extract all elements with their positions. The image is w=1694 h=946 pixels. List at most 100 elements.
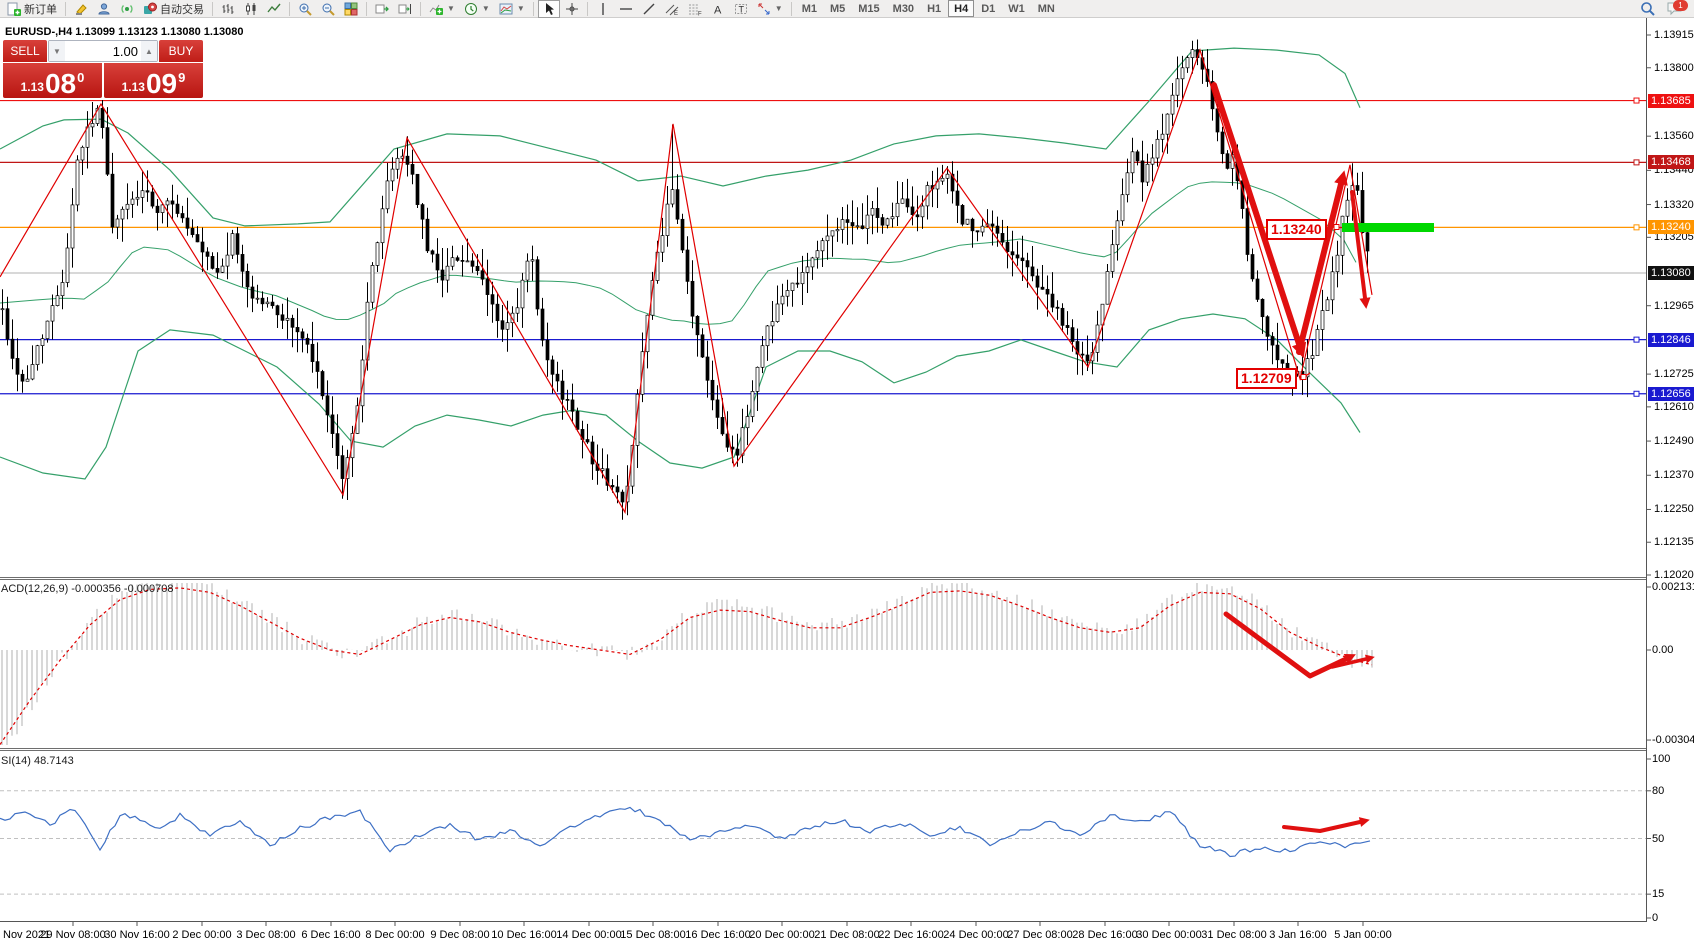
annotation-arrow-shaft[interactable] (1226, 614, 1346, 676)
candle-body (501, 321, 504, 330)
search-button[interactable] (1636, 0, 1660, 18)
candle-body (551, 360, 554, 374)
candle-body (221, 266, 224, 272)
highlighter-button[interactable] (70, 0, 92, 18)
chevron-down-icon: ▼ (517, 4, 525, 13)
candle-body (776, 304, 779, 322)
candle-body (476, 266, 479, 270)
candle-body (1341, 216, 1344, 255)
chevron-down-icon: ▼ (775, 4, 783, 13)
annotation-arrow-shaft[interactable] (1214, 85, 1299, 344)
candle-body (16, 358, 19, 374)
vertical-line-button[interactable] (592, 0, 614, 18)
candle-body (1126, 173, 1129, 195)
candle-body (916, 215, 919, 217)
volume-stepper: ▼ ▲ (48, 40, 158, 62)
level-marker[interactable] (1634, 391, 1639, 396)
candle-body (1191, 50, 1194, 58)
candle-body (406, 156, 409, 164)
horizontal-line-button[interactable] (615, 0, 637, 18)
candle-body (831, 231, 834, 236)
zoom-out-button[interactable] (317, 0, 339, 18)
crosshair-button[interactable] (561, 0, 583, 18)
timeframe-button-d1[interactable]: D1 (975, 0, 1001, 17)
candle-body (1356, 186, 1359, 191)
person-icon (97, 2, 111, 16)
sell-button[interactable]: SELL (3, 40, 47, 62)
candle-body (1061, 308, 1064, 325)
chat-button[interactable]: 1 (1666, 1, 1686, 17)
candle-body (321, 372, 324, 396)
docplus-icon (6, 2, 21, 16)
candle-body (396, 158, 399, 169)
level-marker[interactable] (1634, 98, 1639, 103)
candle-body (101, 108, 104, 127)
zoomin-icon (298, 2, 312, 16)
templates-button[interactable]: ▼ (495, 0, 529, 18)
annotation-arrow-head[interactable] (1360, 297, 1371, 309)
candle-body (1331, 272, 1334, 300)
rsi-line (0, 807, 1370, 856)
periods-button[interactable]: ▼ (460, 0, 494, 18)
timeframe-button-h1[interactable]: H1 (921, 0, 947, 17)
candle-body (676, 190, 679, 220)
timeframe-button-mn[interactable]: MN (1032, 0, 1061, 17)
annotation-arrow-shaft[interactable] (1299, 184, 1341, 352)
annotation-arrow-shaft[interactable] (1284, 822, 1360, 831)
volume-increase-button[interactable]: ▲ (141, 41, 157, 61)
candlestick-chart-button[interactable] (240, 0, 262, 18)
level-marker[interactable] (1634, 337, 1639, 342)
arrows-button[interactable]: ▼ (753, 0, 787, 18)
support-chat-button[interactable] (93, 0, 115, 18)
timeframe-button-m5[interactable]: M5 (824, 0, 851, 17)
candle-body (151, 192, 154, 206)
zoom-in-button[interactable] (294, 0, 316, 18)
timeframe-button-w1[interactable]: W1 (1002, 0, 1031, 17)
candle-body (481, 271, 484, 280)
timeframe-button-m1[interactable]: M1 (796, 0, 823, 17)
candle-body (1311, 356, 1314, 359)
sell-price[interactable]: 1.13 08 0 (3, 63, 102, 98)
price-annotation-1-12709[interactable]: 1.12709 (1236, 368, 1297, 389)
timeframe-button-h4[interactable]: H4 (948, 0, 974, 17)
timeframe-button-m30[interactable]: M30 (887, 0, 920, 17)
text-label-button[interactable]: T (730, 0, 752, 18)
equidistant-channel-button[interactable]: E (661, 0, 683, 18)
price-annotation-1-13240[interactable]: 1.13240 (1266, 219, 1327, 240)
tile-windows-button[interactable] (340, 0, 362, 18)
chart-shift-button[interactable] (394, 0, 416, 18)
buy-price[interactable]: 1.13 09 9 (104, 63, 203, 98)
indicators-button[interactable]: ▼ (425, 0, 459, 18)
candle-body (576, 411, 579, 429)
line-chart-button[interactable] (263, 0, 285, 18)
buy-button[interactable]: BUY (159, 40, 203, 62)
cursor-button[interactable] (538, 0, 560, 18)
candle-body (756, 367, 759, 391)
trendline-button[interactable] (638, 0, 660, 18)
annotation-arrow-head[interactable] (1334, 170, 1348, 185)
candle-body (266, 302, 269, 304)
candle-body (246, 271, 249, 287)
candle-body (876, 208, 879, 217)
level-marker[interactable] (1634, 160, 1639, 165)
candle-body (311, 344, 314, 361)
text-button[interactable]: A (707, 0, 729, 18)
candle-body (136, 197, 139, 199)
candle-body (571, 400, 574, 411)
level-marker[interactable] (1634, 225, 1639, 230)
annotation-arrow-head[interactable] (1359, 817, 1370, 827)
volume-input[interactable] (65, 41, 141, 61)
auto-trading-button[interactable]: 自动交易 (139, 0, 208, 18)
fibonacci-button[interactable]: F (684, 0, 706, 18)
search-icon (1640, 1, 1656, 17)
timeframe-button-m15[interactable]: M15 (852, 0, 885, 17)
auto-scroll-button[interactable] (371, 0, 393, 18)
bar-chart-button[interactable] (217, 0, 239, 18)
signals-button[interactable] (116, 0, 138, 18)
candle-body (1326, 300, 1329, 311)
volume-decrease-button[interactable]: ▼ (49, 41, 65, 61)
candle-body (941, 178, 944, 181)
new-order-button[interactable]: 新订单 (2, 0, 61, 18)
candle-body (1116, 221, 1119, 245)
candle-body (251, 287, 254, 298)
